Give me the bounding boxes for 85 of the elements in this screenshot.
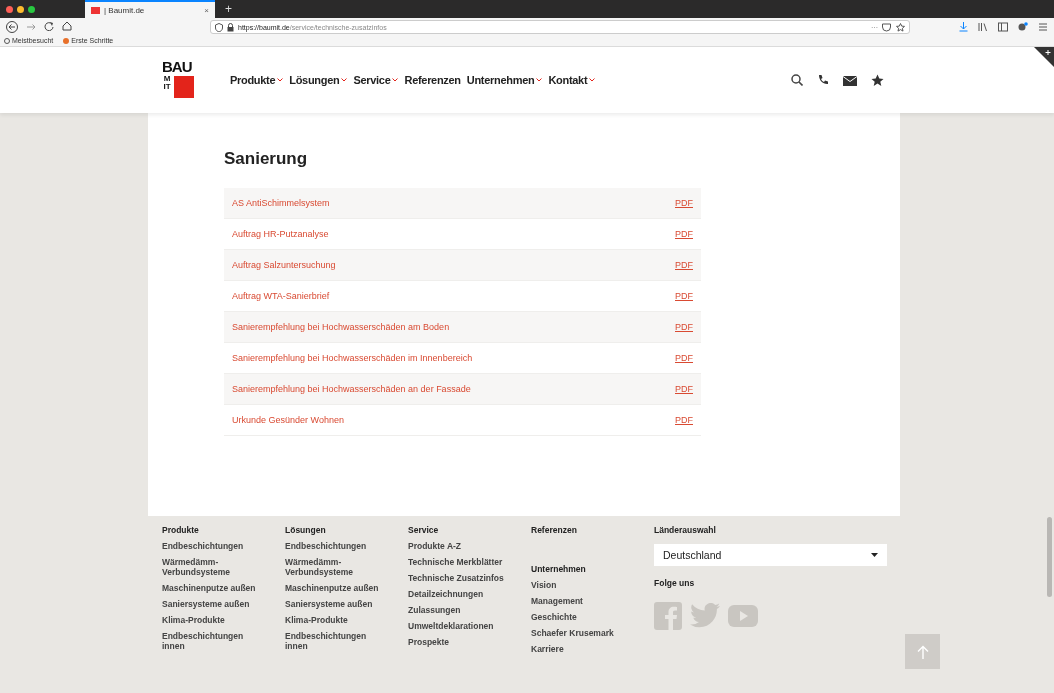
star-icon[interactable] (871, 73, 884, 87)
pdf-link[interactable]: PDF (675, 415, 693, 425)
footer-heading[interactable]: Unternehmen (531, 564, 654, 574)
document-link[interactable]: Urkunde Gesünder Wohnen (232, 415, 344, 425)
footer-heading[interactable]: Produkte (162, 525, 285, 535)
footer-link[interactable]: Endbeschichtungen (285, 541, 385, 551)
search-icon[interactable] (791, 74, 803, 86)
dropdown-arrow-icon (871, 553, 878, 557)
favicon-icon (91, 6, 100, 14)
logo[interactable]: BAU MIT (162, 60, 200, 100)
footer-link[interactable]: Vision (531, 580, 631, 590)
minimize-window-icon[interactable] (17, 5, 24, 13)
document-link[interactable]: Sanierempfehlung bei Hochwasserschäden an der Fassade (232, 384, 471, 394)
section-heading: Sanierung (224, 149, 309, 169)
nav-link[interactable]: Referenzen (404, 74, 461, 86)
footer-link[interactable]: Endbeschichtungen innen (162, 631, 262, 651)
document-link[interactable]: Auftrag WTA-Sanierbrief (232, 291, 330, 301)
footer-link[interactable]: Klima-Produkte (285, 615, 385, 625)
footer-heading[interactable]: Lösungen (285, 525, 408, 535)
footer-link[interactable]: Management (531, 596, 631, 606)
nav-link[interactable]: Kontakt (548, 74, 596, 86)
pdf-link[interactable]: PDF (675, 322, 693, 332)
footer-link[interactable]: Technische Merkblätter (408, 557, 508, 567)
footer-link[interactable]: Maschinenputze außen (162, 583, 262, 593)
footer-link[interactable]: Wärmedämm-Verbundsysteme (285, 557, 385, 577)
footer-link[interactable]: Produkte A-Z (408, 541, 508, 551)
nav-link[interactable]: Produkte (230, 74, 284, 86)
library-icon[interactable] (978, 22, 988, 32)
footer-link[interactable]: Detailzeichnungen (408, 589, 508, 599)
zoom-window-icon[interactable] (28, 5, 35, 13)
arrow-up-icon (916, 644, 929, 659)
shield-icon (215, 22, 223, 32)
document-link[interactable]: AS AntiSchimmelsystem (232, 198, 330, 208)
phone-icon[interactable] (817, 74, 829, 86)
sidebar-icon[interactable] (998, 22, 1008, 32)
home-icon[interactable] (62, 21, 72, 31)
globe-icon (63, 38, 70, 44)
close-window-icon[interactable] (6, 5, 13, 13)
country-select[interactable]: Deutschland (654, 544, 887, 566)
document-link[interactable]: Auftrag Salzuntersuchung (232, 260, 336, 270)
footer-heading[interactable]: Referenzen (531, 525, 654, 535)
footer-link[interactable]: Endbeschichtungen (162, 541, 262, 551)
footer-link[interactable]: Wärmedämm-Verbundsysteme (162, 557, 262, 577)
footer-heading: Folge uns (654, 578, 696, 588)
lock-icon (227, 22, 234, 32)
footer-link[interactable]: Saniersysteme außen (285, 599, 385, 609)
footer-link[interactable]: Maschinenputze außen (285, 583, 385, 593)
new-tab-button[interactable]: + (225, 2, 232, 16)
close-tab-button[interactable]: × (204, 5, 209, 15)
pdf-link[interactable]: PDF (675, 198, 693, 208)
pocket-icon[interactable] (882, 22, 891, 32)
nav-link[interactable]: Unternehmen (466, 74, 543, 86)
footer-link[interactable]: Geschichte (531, 612, 631, 622)
pdf-link[interactable]: PDF (675, 384, 693, 394)
extension-icon[interactable] (1018, 22, 1028, 32)
footer-heading[interactable]: Service (408, 525, 531, 535)
footer-link[interactable]: Zulassungen (408, 605, 508, 615)
nav-link[interactable]: Lösungen (289, 74, 348, 86)
tab-title: | Baumit.de (104, 5, 146, 15)
document-link[interactable]: Sanierempfehlung bei Hochwasserschäden am Boden (232, 322, 450, 332)
download-icon[interactable] (959, 22, 968, 32)
corner-tab-icon[interactable] (1034, 47, 1054, 67)
pdf-link[interactable]: PDF (675, 353, 693, 363)
footer-link[interactable]: Schaefer Krusemark (531, 628, 631, 638)
document-link[interactable]: Sanierempfehlung bei Hochwasserschäden im Innenbereich (232, 353, 473, 363)
pdf-link[interactable]: PDF (675, 260, 693, 270)
pdf-link[interactable]: PDF (675, 291, 693, 301)
envelope-icon[interactable] (843, 74, 857, 86)
document-link[interactable]: Auftrag HR-Putzanalyse (232, 229, 329, 239)
footer-link[interactable]: Karriere (531, 644, 631, 654)
footer-heading: Länderauswahl (654, 525, 717, 535)
clock-icon (4, 38, 10, 44)
footer-link[interactable]: Klima-Produkte (162, 615, 262, 625)
reload-icon[interactable] (44, 21, 54, 31)
browser-tab[interactable]: | Baumit.de × (85, 0, 215, 18)
footer-link[interactable]: Saniersysteme außen (162, 599, 262, 609)
footer-link[interactable]: Umweltdeklarationen (408, 621, 508, 631)
pdf-link[interactable]: PDF (675, 229, 693, 239)
scrollbar-thumb[interactable] (1047, 517, 1052, 597)
footer-link[interactable]: Endbeschichtungen innen (285, 631, 385, 651)
back-icon[interactable] (6, 21, 18, 33)
footer-link[interactable]: Technische Zusatzinfos (408, 573, 508, 583)
footer-link[interactable]: Prospekte (408, 637, 508, 647)
nav-link[interactable]: Service (353, 74, 399, 86)
bookmark-star-icon[interactable] (896, 22, 905, 32)
